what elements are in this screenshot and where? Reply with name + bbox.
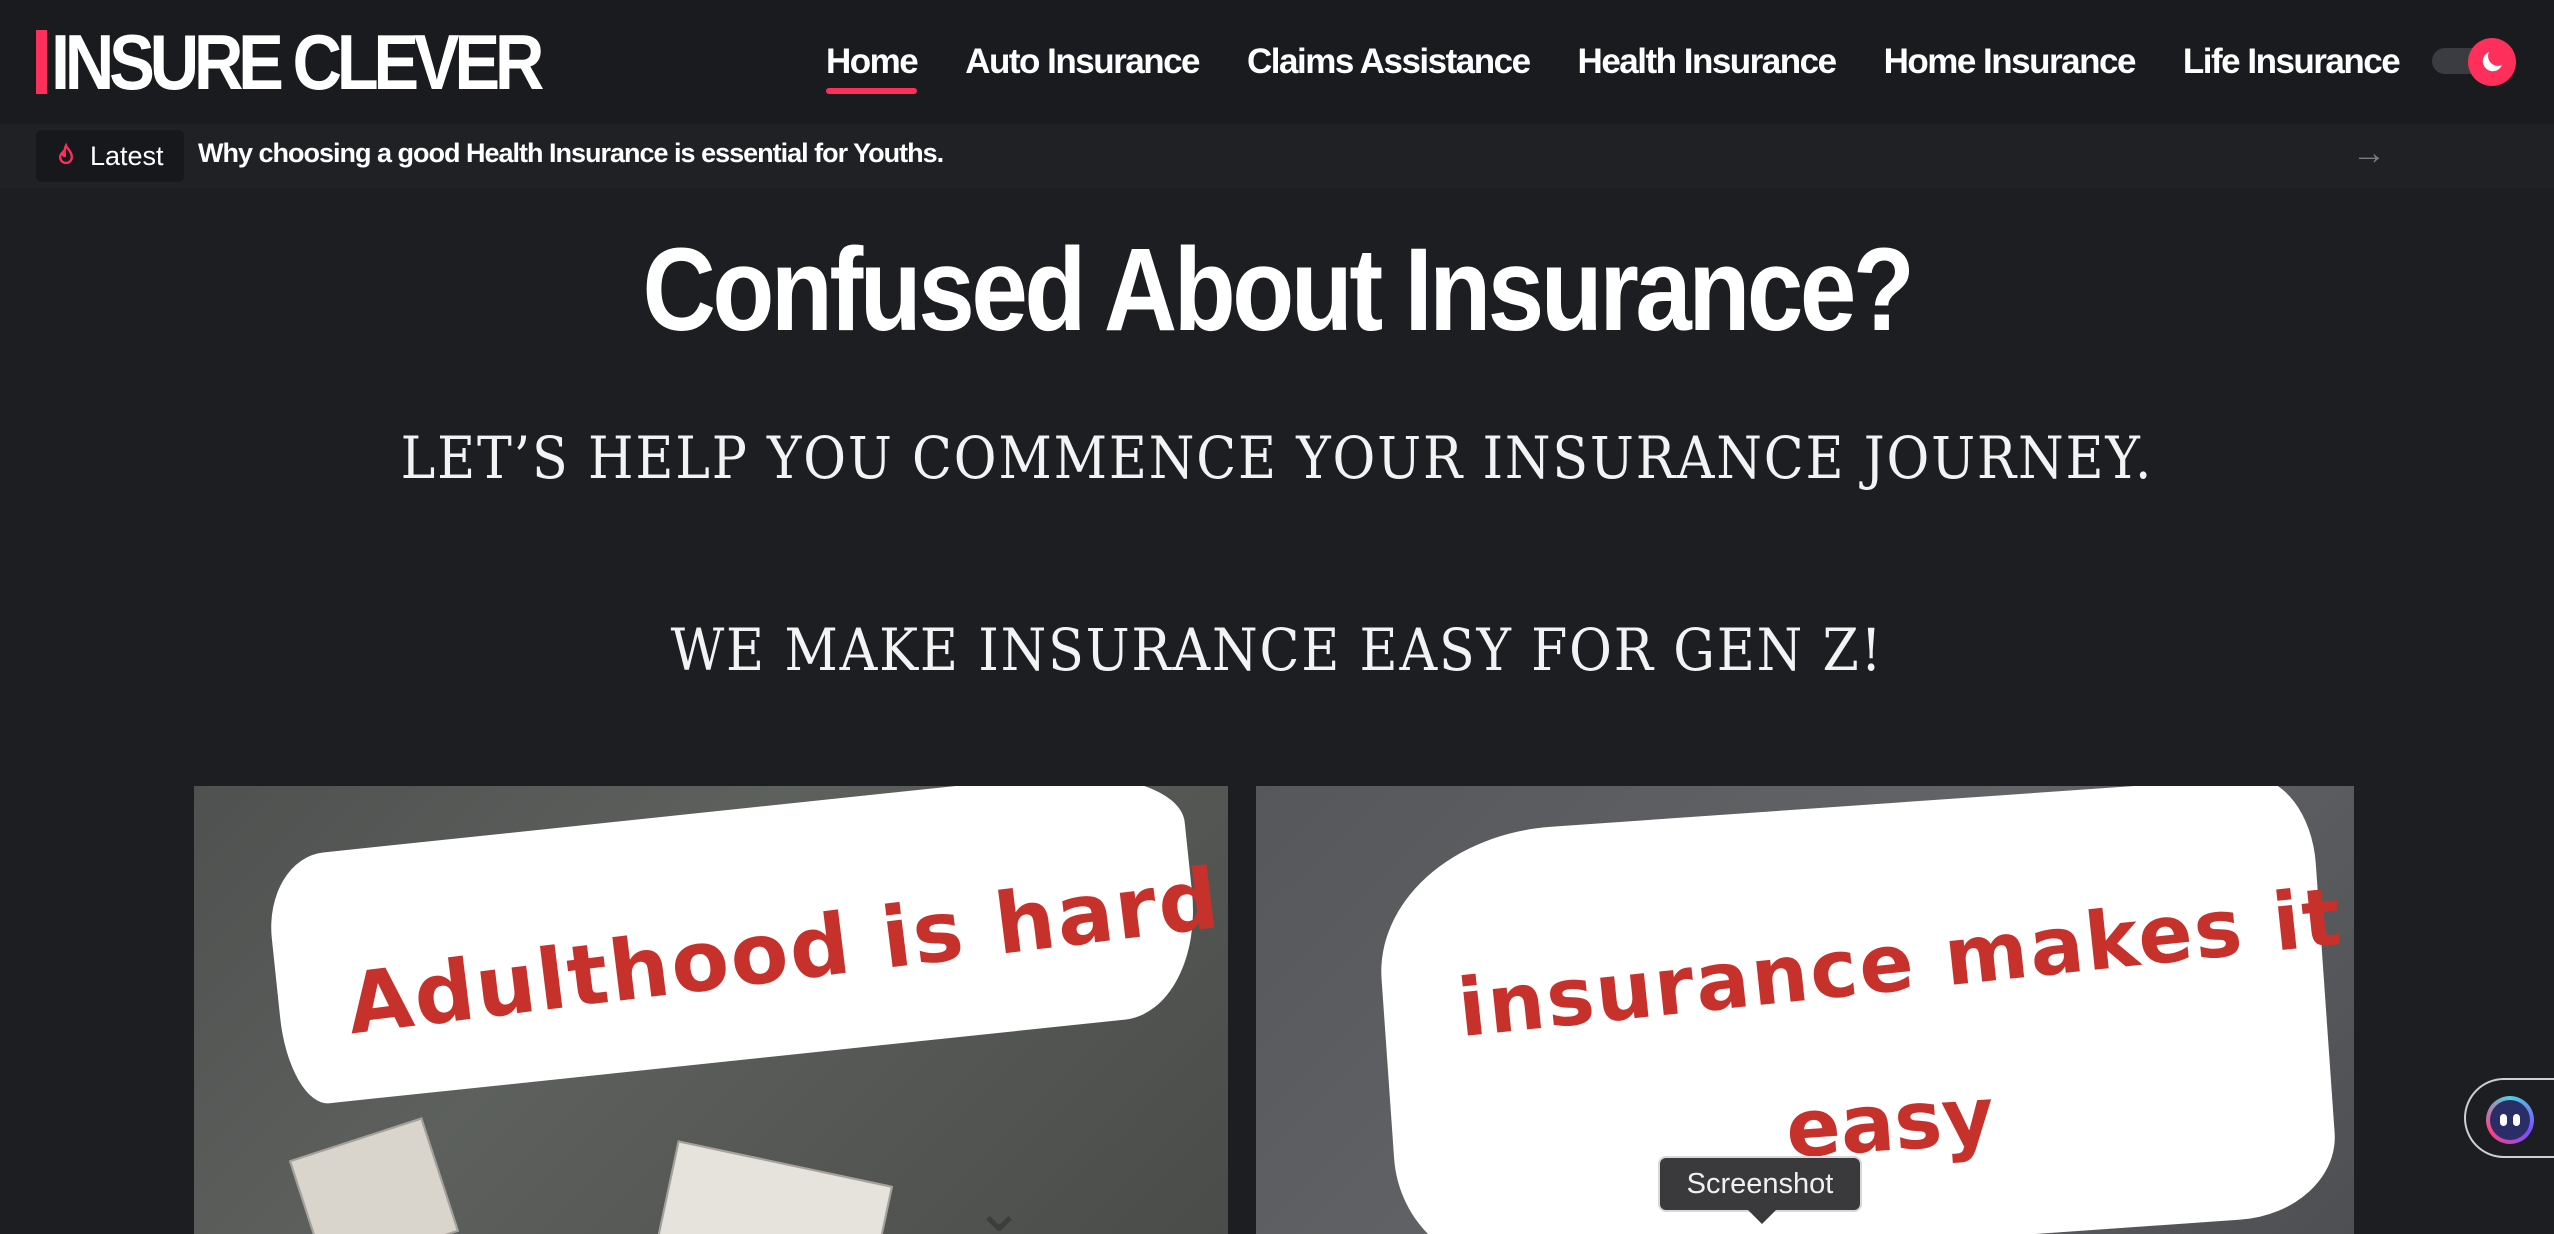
- logo-accent-bar: [36, 30, 47, 94]
- latest-headline-link[interactable]: Why choosing a good Health Insurance is …: [198, 138, 944, 169]
- assistant-eye: [2513, 1114, 2520, 1126]
- hero-title: Confused About Insurance?: [642, 224, 1915, 356]
- main-nav: Home Auto Insurance Claims Assistance He…: [826, 30, 2401, 94]
- screenshot-tooltip: Screenshot: [1658, 1156, 1862, 1212]
- site-logo[interactable]: INSURE CLEVER: [36, 22, 606, 102]
- paper-illustration: [288, 1117, 460, 1234]
- tooltip-pointer: [1748, 1210, 1776, 1224]
- nav-auto-insurance[interactable]: Auto Insurance: [965, 42, 1200, 82]
- hero-subtitle-journey: LET’S HELP YOU COMMENCE YOUR INSURANCE J…: [400, 424, 2154, 492]
- hero-subtitle-gen-z: WE MAKE INSURANCE EASY FOR GEN Z!: [670, 616, 1884, 684]
- nav-health-insurance[interactable]: Health Insurance: [1578, 42, 1838, 82]
- assistant-eye: [2500, 1114, 2507, 1126]
- assistant-face: [2490, 1100, 2530, 1140]
- latest-ticker: Latest Why choosing a good Health Insura…: [0, 124, 2554, 188]
- assistant-icon: [2486, 1096, 2534, 1144]
- latest-label: Latest: [90, 140, 164, 171]
- arrow-right-icon[interactable]: →: [2352, 134, 2386, 173]
- flame-icon: [58, 142, 74, 165]
- nav-home[interactable]: Home: [826, 42, 919, 94]
- paper-illustration: [654, 1140, 894, 1234]
- chevron-down-icon: ⌄: [974, 1177, 1025, 1234]
- nav-home-insurance[interactable]: Home Insurance: [1884, 42, 2137, 82]
- toggle-knob: [2468, 38, 2516, 86]
- assistant-widget[interactable]: [2464, 1078, 2554, 1158]
- site-header: INSURE CLEVER Home Auto Insurance Claims…: [0, 0, 2554, 124]
- latest-badge: Latest: [36, 130, 184, 182]
- logo-text: INSURE CLEVER: [51, 18, 544, 106]
- moon-icon: [2482, 52, 2502, 72]
- nav-claims-assistance[interactable]: Claims Assistance: [1247, 42, 1531, 82]
- adulthood-image: Adulthood is hard... ⌄: [194, 786, 1228, 1234]
- nav-life-insurance[interactable]: Life Insurance: [2183, 42, 2401, 82]
- theme-toggle[interactable]: [2432, 38, 2516, 86]
